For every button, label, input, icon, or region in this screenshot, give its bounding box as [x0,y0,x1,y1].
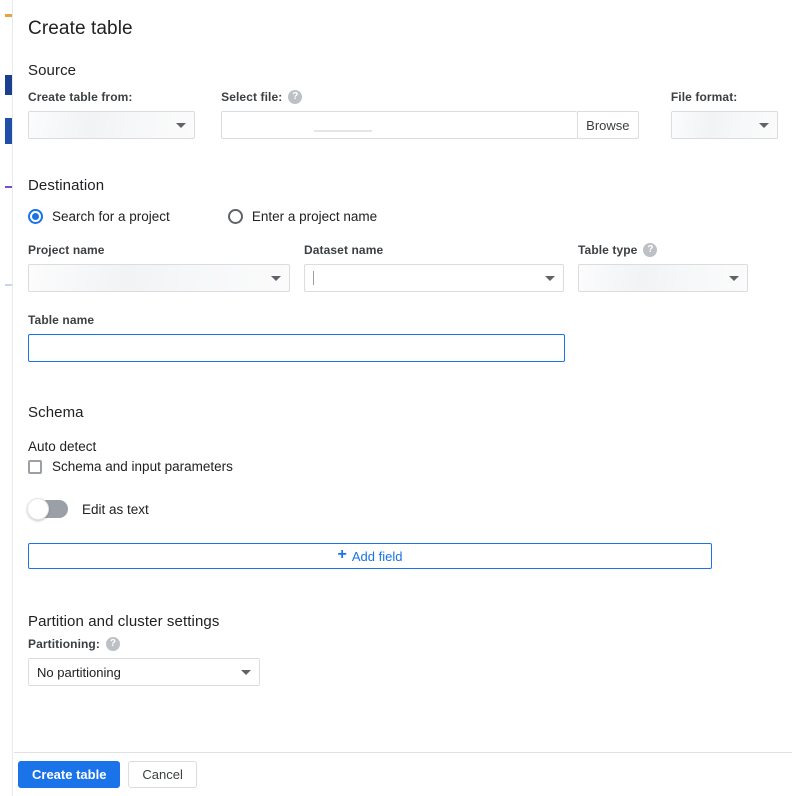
dataset-name-select[interactable] [304,264,564,292]
create-table-panel: Create table Source Create table from: S… [14,0,792,796]
edit-as-text-label: Edit as text [82,501,149,517]
chevron-down-icon [271,276,281,281]
create-table-from-select[interactable] [28,111,196,139]
create-table-from-label-row: Create table from: [28,89,195,105]
partition-section-title: Partition and cluster settings [28,613,220,630]
background-artifact [5,284,12,286]
text-caret [313,271,314,285]
table-name-label: Table name [28,313,95,327]
help-icon[interactable]: ? [288,90,303,104]
plus-icon: + [337,546,347,563]
checkbox-icon-unchecked [28,459,42,474]
table-name-group: Table name [28,312,565,362]
background-artifact [5,118,12,144]
toggle-knob [27,498,49,520]
chevron-down-icon [241,670,251,675]
source-row: Create table from: Select file: ? Browse… [28,89,778,139]
file-format-select[interactable] [670,111,778,139]
radio-label-search-for-project: Search for a project [52,208,170,224]
cancel-button[interactable]: Cancel [128,761,197,788]
source-section-title: Source [28,62,77,79]
help-icon[interactable]: ? [105,637,120,651]
background-artifact [5,186,12,188]
file-format-group: File format: [670,89,778,139]
project-name-select[interactable] [28,264,290,292]
select-file-label: Select file: [221,90,283,104]
dataset-name-group: Dataset name [304,242,564,292]
radio-option-enter-project-name[interactable]: Enter a project name [227,208,378,224]
file-format-label: File format: [670,90,738,104]
project-name-label: Project name [28,243,105,257]
partitioning-label: Partitioning: [28,637,100,651]
radio-icon-unselected [227,208,243,224]
create-table-from-label: Create table from: [28,90,133,104]
table-type-label-row: Table type ? [578,242,748,258]
destination-radio-group: Search for a project Enter a project nam… [28,206,778,226]
file-format-label-row: File format: [671,89,778,105]
chevron-down-icon [729,276,739,281]
project-name-label-row: Project name [28,242,290,258]
page-title: Create table [28,18,133,39]
edit-as-text-row: Edit as text [27,498,778,520]
edit-as-text-toggle[interactable] [27,498,68,520]
chevron-down-icon [759,123,769,128]
add-field-label: Add field [351,548,403,564]
partitioning-select[interactable]: No partitioning [28,658,260,686]
radio-icon-selected [28,208,43,224]
create-table-form: Create table Source Create table from: S… [14,0,792,752]
auto-detect-checkbox-label: Schema and input parameters [52,459,233,474]
add-field-button[interactable]: + Add field [28,543,712,569]
radio-option-search-for-project[interactable]: Search for a project [28,208,170,224]
partitioning-label-row: Partitioning: ? [28,636,778,652]
radio-label-enter-project-name: Enter a project name [251,208,378,224]
select-file-input-group: Browse [221,111,639,139]
select-file-input[interactable] [221,111,577,139]
help-icon[interactable]: ? [643,243,658,257]
table-type-select[interactable] [578,264,748,292]
schema-section-title: Schema [28,404,84,421]
chevron-down-icon [545,276,555,281]
background-page-edge [0,0,13,796]
destination-fields-row: Project name Dataset name Table type ? [28,242,778,292]
table-type-label: Table type [578,243,638,257]
project-name-group: Project name [28,242,290,292]
dataset-name-label-row: Dataset name [304,242,564,258]
table-name-input[interactable] [28,334,565,362]
table-type-group: Table type ? [578,242,748,292]
auto-detect-checkbox-row[interactable]: Schema and input parameters [28,459,778,474]
table-name-label-row: Table name [28,312,565,328]
select-file-placeholder-mark [314,130,373,132]
destination-section-title: Destination [28,177,105,194]
browse-button[interactable]: Browse [576,111,639,139]
background-artifact [5,14,12,17]
create-table-button[interactable]: Create table [18,761,121,788]
dialog-footer: Create table Cancel [14,752,792,796]
chevron-down-icon [176,123,187,128]
partitioning-value: No partitioning [37,664,121,680]
select-file-group: Select file: ? Browse [221,89,639,139]
auto-detect-label: Auto detect [28,439,97,454]
dataset-name-label: Dataset name [304,243,384,257]
select-file-label-row: Select file: ? [221,89,639,105]
background-artifact [5,75,12,95]
create-table-from-group: Create table from: [28,89,196,139]
